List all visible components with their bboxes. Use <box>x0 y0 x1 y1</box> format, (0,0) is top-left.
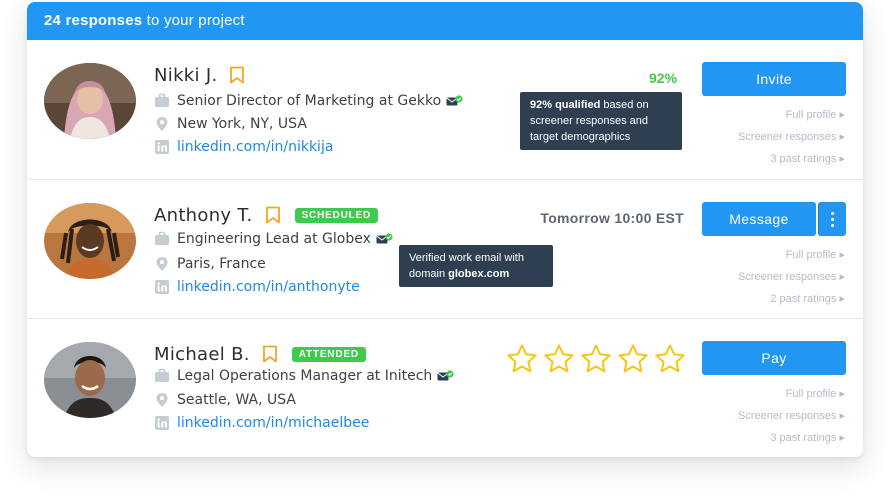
scheduled-time: Tomorrow 10:00 EST <box>540 210 684 226</box>
map-pin-icon <box>154 116 170 132</box>
avatar <box>44 203 136 279</box>
respondent-row-michael: Michael B. ATTENDED Legal Operations Man… <box>27 318 863 457</box>
responses-header: 24 responses to your project <box>27 2 863 40</box>
full-profile-link[interactable]: Full profile ▸ <box>738 383 845 405</box>
pay-button[interactable]: Pay <box>702 341 846 375</box>
tooltip-domain: globex.com <box>448 268 510 280</box>
linkedin-link[interactable]: linkedin.com/in/michaelbee <box>177 415 369 431</box>
past-ratings-link[interactable]: 3 past ratings ▸ <box>738 427 845 449</box>
job-title-line: Senior Director of Marketing at Gekko <box>154 93 463 109</box>
location: Paris, France <box>177 256 266 272</box>
linkedin-line: linkedin.com/in/michaelbee <box>154 415 369 431</box>
responses-count: 24 responses <box>44 12 143 29</box>
dot <box>831 212 834 215</box>
briefcase-icon <box>154 93 170 109</box>
linkedin-icon <box>154 279 170 295</box>
status-badge: SCHEDULED <box>294 207 379 223</box>
respondent-row-anthony: Anthony T. SCHEDULED Engineering Lead at… <box>27 179 863 318</box>
job-title: Engineering Lead at Globex <box>177 231 371 247</box>
full-profile-link[interactable]: Full profile ▸ <box>738 244 845 266</box>
name-line: Anthony T. SCHEDULED <box>154 203 379 227</box>
full-profile-link[interactable]: Full profile ▸ <box>738 104 845 126</box>
verified-email-icon[interactable] <box>446 95 463 107</box>
star-icon[interactable] <box>654 343 686 375</box>
linkedin-icon <box>154 415 170 431</box>
screener-responses-link[interactable]: Screener responses ▸ <box>738 266 845 288</box>
tooltip-bold: 92% qualified <box>530 99 601 111</box>
message-button[interactable]: Message <box>702 202 816 236</box>
status-badge: ATTENDED <box>291 346 366 362</box>
linkedin-link[interactable]: linkedin.com/in/anthonyte <box>177 279 360 295</box>
location-line: Seattle, WA, USA <box>154 392 296 408</box>
respondent-name: Anthony T. <box>154 204 253 226</box>
job-title-line: Legal Operations Manager at Initech <box>154 368 454 384</box>
location-line: New York, NY, USA <box>154 116 307 132</box>
responses-suffix: to your project <box>142 12 245 29</box>
name-line: Nikki J. <box>154 63 245 87</box>
verified-email-icon[interactable] <box>437 370 454 382</box>
verified-email-icon[interactable] <box>376 233 393 245</box>
job-title-line: Engineering Lead at Globex <box>154 231 393 247</box>
profile-links: Full profile ▸ Screener responses ▸ 2 pa… <box>738 244 845 310</box>
respondent-name: Michael B. <box>154 343 250 365</box>
dot <box>831 224 834 227</box>
map-pin-icon <box>154 256 170 272</box>
bookmark-icon[interactable] <box>229 66 245 84</box>
verified-email-tooltip: Verified work email with domain globex.c… <box>399 245 553 287</box>
star-icon[interactable] <box>543 343 575 375</box>
invite-button[interactable]: Invite <box>702 62 846 96</box>
briefcase-icon <box>154 368 170 384</box>
respondent-row-nikki: Nikki J. Senior Director of Marketing at… <box>27 40 863 179</box>
linkedin-line: linkedin.com/in/nikkija <box>154 139 333 155</box>
screener-responses-link[interactable]: Screener responses ▸ <box>738 405 845 427</box>
screener-responses-link[interactable]: Screener responses ▸ <box>738 126 845 148</box>
profile-links: Full profile ▸ Screener responses ▸ 3 pa… <box>738 383 845 449</box>
qualified-percent: 92% <box>649 70 678 86</box>
responses-card: 24 responses to your project Nikki J. Se… <box>27 2 863 457</box>
linkedin-icon <box>154 139 170 155</box>
avatar <box>44 342 136 418</box>
location: New York, NY, USA <box>177 116 307 132</box>
location: Seattle, WA, USA <box>177 392 296 408</box>
star-icon[interactable] <box>506 343 538 375</box>
map-pin-icon <box>154 392 170 408</box>
qualified-tooltip: 92% qualified based on screener response… <box>520 92 682 150</box>
avatar <box>44 63 136 139</box>
linkedin-link[interactable]: linkedin.com/in/nikkija <box>177 139 333 155</box>
star-icon[interactable] <box>617 343 649 375</box>
past-ratings-link[interactable]: 2 past ratings ▸ <box>738 288 845 310</box>
job-title: Senior Director of Marketing at Gekko <box>177 93 442 109</box>
bookmark-icon[interactable] <box>262 345 278 363</box>
bookmark-icon[interactable] <box>265 206 281 224</box>
dot <box>831 218 834 221</box>
rating-stars <box>506 343 691 375</box>
star-icon[interactable] <box>580 343 612 375</box>
name-line: Michael B. ATTENDED <box>154 342 366 366</box>
profile-links: Full profile ▸ Screener responses ▸ 3 pa… <box>738 104 845 170</box>
more-options-button[interactable] <box>818 202 846 236</box>
past-ratings-link[interactable]: 3 past ratings ▸ <box>738 148 845 170</box>
respondent-name: Nikki J. <box>154 64 218 86</box>
location-line: Paris, France <box>154 256 266 272</box>
briefcase-icon <box>154 231 170 247</box>
job-title: Legal Operations Manager at Initech <box>177 368 433 384</box>
linkedin-line: linkedin.com/in/anthonyte <box>154 279 360 295</box>
